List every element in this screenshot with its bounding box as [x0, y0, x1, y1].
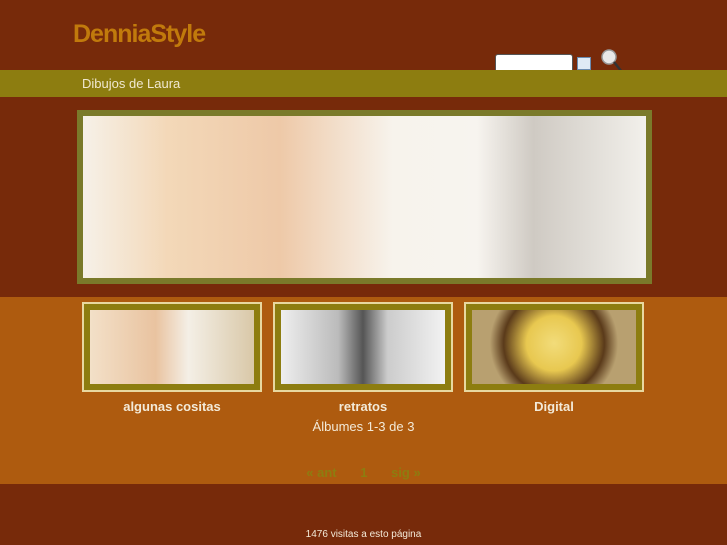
search-options-icon[interactable]	[577, 57, 591, 70]
visit-counter: 1476 visitas a esto página	[305, 529, 422, 540]
prev-page-link[interactable]: « ant	[306, 465, 336, 480]
album-thumb-algunas-cositas[interactable]	[82, 302, 262, 392]
page-1-link[interactable]: 1	[360, 465, 367, 480]
album-count: Álbumes 1-3 de 3	[312, 419, 415, 434]
album-label[interactable]: algunas cositas	[82, 399, 262, 414]
site-logo[interactable]: DenniaStyle	[73, 20, 206, 49]
album-label[interactable]: Digital	[464, 399, 644, 414]
album-thumb-digital[interactable]	[464, 302, 644, 392]
nav-bar: Dibujos de Laura	[0, 70, 727, 97]
pagination: « ant 1 sig »	[0, 465, 727, 480]
next-page-link[interactable]: sig »	[391, 465, 421, 480]
banner-image	[77, 110, 652, 284]
album-label[interactable]: retratos	[273, 399, 453, 414]
album-thumb-retratos[interactable]	[273, 302, 453, 392]
nav-title[interactable]: Dibujos de Laura	[82, 76, 180, 91]
